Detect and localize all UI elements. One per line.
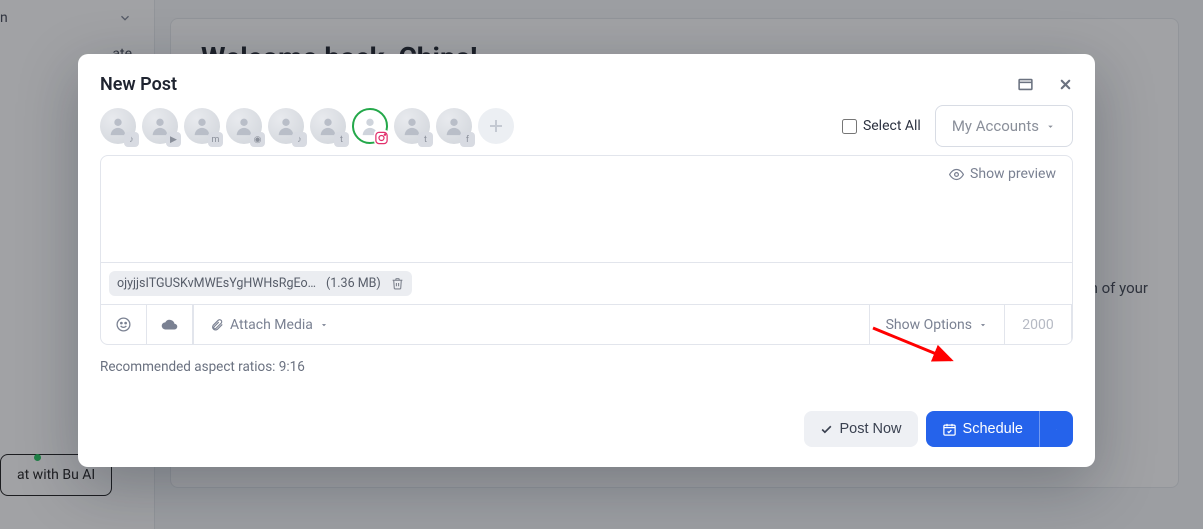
account-avatar-youtube[interactable]: ▶ xyxy=(142,108,178,144)
schedule-button-group: Schedule xyxy=(926,411,1073,447)
trash-icon[interactable] xyxy=(391,277,404,290)
accounts-row: ♪ ▶ m ◉ ♪ t xyxy=(100,105,1073,147)
emoji-button[interactable] xyxy=(101,305,147,344)
account-avatar-facebook[interactable]: f xyxy=(436,108,472,144)
schedule-dropdown-button[interactable] xyxy=(1039,411,1073,447)
caret-down-icon xyxy=(1056,424,1057,435)
account-avatar-twitter[interactable]: t xyxy=(310,108,346,144)
eye-icon xyxy=(949,167,964,182)
account-avatar-mastodon[interactable]: m xyxy=(184,108,220,144)
instagram-icon xyxy=(374,130,389,145)
youtube-icon: ▶ xyxy=(166,132,181,147)
account-avatar-reddit[interactable]: ◉ xyxy=(226,108,262,144)
twitter-icon: t xyxy=(418,132,433,147)
calendar-check-icon xyxy=(942,422,957,437)
reddit-icon: ◉ xyxy=(250,132,265,147)
twitter-icon: t xyxy=(334,132,349,147)
check-icon xyxy=(820,423,833,436)
select-all-label: Select All xyxy=(863,118,921,134)
attach-media-dropdown[interactable]: Attach Media xyxy=(193,305,345,344)
add-account-button[interactable] xyxy=(478,108,514,144)
paperclip-icon xyxy=(210,318,224,332)
mastodon-icon: m xyxy=(208,132,223,147)
modal-title: New Post xyxy=(100,74,177,95)
select-all-input[interactable] xyxy=(842,119,857,134)
attachment-size: (1.36 MB) xyxy=(326,276,381,291)
show-preview-label: Show preview xyxy=(970,166,1056,182)
show-options-label: Show Options xyxy=(886,317,972,333)
cloud-icon xyxy=(161,316,178,333)
maximize-icon[interactable] xyxy=(1017,76,1034,93)
media-library-button[interactable] xyxy=(147,305,193,344)
character-count: 2000 xyxy=(1004,305,1072,344)
caret-down-icon xyxy=(978,320,988,330)
compose-toolbar: Attach Media Show Options 2000 xyxy=(101,304,1072,344)
account-avatar-tiktok-2[interactable]: ♪ xyxy=(268,108,304,144)
my-accounts-label: My Accounts xyxy=(952,117,1039,135)
my-accounts-dropdown[interactable]: My Accounts xyxy=(935,105,1073,147)
post-now-label: Post Now xyxy=(839,421,901,437)
tiktok-icon: ♪ xyxy=(292,132,307,147)
facebook-icon: f xyxy=(460,132,475,147)
select-all-checkbox[interactable]: Select All xyxy=(842,118,921,134)
caret-down-icon xyxy=(319,320,329,330)
schedule-button[interactable]: Schedule xyxy=(926,411,1039,447)
smile-icon xyxy=(115,316,132,333)
account-avatar-strip: ♪ ▶ m ◉ ♪ t xyxy=(100,108,514,144)
compose-box: Show preview ojyjjsITGUSKvMWEsYgHWHsRgEo… xyxy=(100,155,1073,345)
tiktok-icon: ♪ xyxy=(124,132,139,147)
account-avatar-tiktok[interactable]: ♪ xyxy=(100,108,136,144)
close-icon[interactable] xyxy=(1058,77,1073,92)
aspect-ratio-note: Recommended aspect ratios: 9:16 xyxy=(100,359,1073,375)
post-now-button[interactable]: Post Now xyxy=(804,411,917,447)
post-textarea[interactable] xyxy=(101,186,1072,262)
character-count-value: 2000 xyxy=(1022,317,1053,333)
schedule-label: Schedule xyxy=(963,421,1023,437)
account-avatar-twitter-2[interactable]: t xyxy=(394,108,430,144)
attachment-chip[interactable]: ojyjjsITGUSKvMWEsYgHWHsRgEo… (1.36 MB) xyxy=(109,271,412,296)
show-options-dropdown[interactable]: Show Options xyxy=(869,305,1004,344)
account-avatar-instagram-selected[interactable] xyxy=(352,108,388,144)
caret-down-icon xyxy=(1045,121,1056,132)
attachment-filename: ojyjjsITGUSKvMWEsYgHWHsRgEo… xyxy=(117,276,316,291)
show-preview-toggle[interactable]: Show preview xyxy=(101,156,1072,186)
attach-media-label: Attach Media xyxy=(230,317,313,333)
new-post-modal: New Post ♪ ▶ m xyxy=(78,54,1095,467)
